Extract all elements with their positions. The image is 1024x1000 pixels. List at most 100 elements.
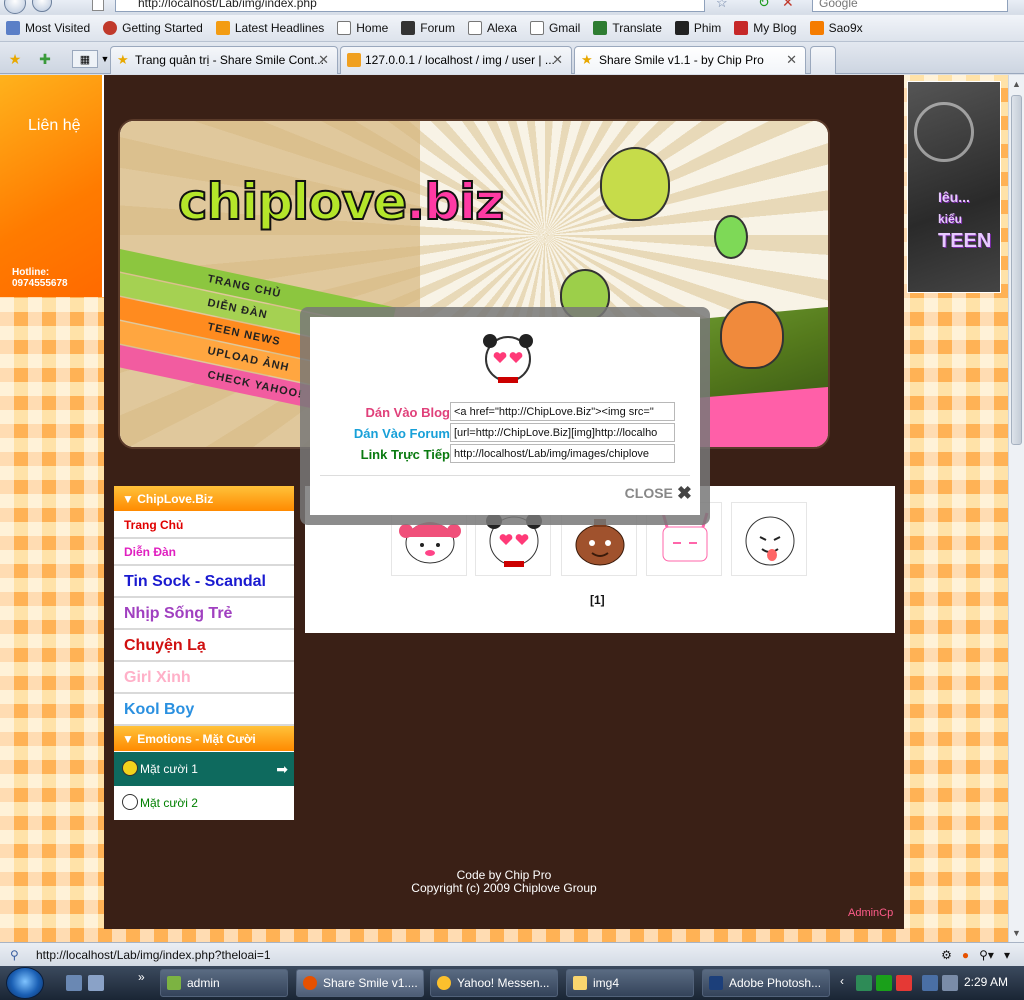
- forum-icon: [401, 21, 416, 35]
- menu-header: ▼ ChipLove.Biz: [114, 486, 294, 512]
- close-icon[interactable]: ✕: [318, 47, 329, 73]
- bookmark-translate[interactable]: Translate: [593, 21, 662, 35]
- bookmark-my-blog[interactable]: My Blog: [734, 21, 797, 35]
- switch-windows-icon[interactable]: [88, 975, 104, 991]
- vertical-scrollbar[interactable]: ▲ ▼: [1008, 75, 1024, 942]
- firefox-icon: [103, 21, 118, 35]
- clock[interactable]: 2:29 AM: [964, 975, 1008, 989]
- bookmark-alexa[interactable]: Alexa: [467, 21, 517, 35]
- page-icon: [92, 0, 104, 11]
- bookmark-phim[interactable]: Phim: [674, 21, 721, 35]
- emo-label: Mặt cười 1: [140, 762, 198, 776]
- taskbar: » admin Share Smile v1.... Yahoo! Messen…: [0, 966, 1024, 1000]
- blog-code-field[interactable]: [450, 402, 675, 421]
- scrollbar-thumb[interactable]: [1011, 95, 1022, 445]
- teen-ad-banner[interactable]: Iêu... kiểu TEEN: [907, 81, 1001, 293]
- panda-hearts-smiley-icon: [483, 334, 533, 383]
- sidebar-menu: ▼ ChipLove.Biz Trang Chủ Diễn Đàn Tin So…: [114, 486, 294, 820]
- close-button[interactable]: CLOSE ✖: [625, 483, 692, 504]
- bookmark-forum[interactable]: Forum: [401, 21, 455, 35]
- close-label: CLOSE: [624, 485, 673, 501]
- taskbar-yahoo-messenger[interactable]: Yahoo! Messen...: [430, 969, 558, 997]
- bookmark-getting-started[interactable]: Getting Started: [103, 21, 203, 35]
- star-icon: ★: [117, 52, 129, 67]
- direct-link-row: Link Trực Tiếp: [310, 444, 700, 464]
- bookmark-home[interactable]: Home: [337, 21, 388, 35]
- show-desktop-icon[interactable]: [66, 975, 82, 991]
- add-bookmark-icon[interactable]: ✚: [36, 50, 54, 68]
- quicklaunch-expand-icon[interactable]: »: [138, 970, 145, 984]
- teen-line: Iêu...: [938, 189, 970, 205]
- firefox-icon[interactable]: ●: [962, 948, 969, 962]
- menu-item-tin-sock[interactable]: Tin Sock - Scandal: [114, 566, 294, 598]
- scroll-up-icon[interactable]: ▲: [1012, 79, 1021, 89]
- tab-label: Share Smile v1.1 - by Chip Pro: [599, 53, 764, 67]
- antivirus-icon[interactable]: [896, 975, 912, 991]
- star-icon[interactable]: ★: [6, 50, 24, 68]
- bookmark-star-icon[interactable]: ☆: [716, 0, 728, 11]
- stop-icon[interactable]: ✕: [782, 0, 794, 11]
- balloon-icon: [714, 215, 748, 259]
- menu-item-trang-chu[interactable]: Trang Chủ: [114, 512, 294, 539]
- new-tab-button[interactable]: [810, 46, 836, 74]
- taskbar-label: admin: [187, 976, 220, 990]
- tab-phpmyadmin[interactable]: 127.0.0.1 / localhost / img / user | ...…: [340, 46, 572, 74]
- tab-admin[interactable]: ★ Trang quản trị - Share Smile Cont... ✕: [110, 46, 338, 74]
- network-icon[interactable]: [922, 975, 938, 991]
- taskbar-label: img4: [593, 976, 620, 990]
- bookmark-latest-headlines[interactable]: Latest Headlines: [215, 21, 324, 35]
- phpmyadmin-icon: [347, 53, 361, 67]
- tab-overview-icon[interactable]: ▦: [72, 50, 98, 68]
- taskbar-admin[interactable]: admin: [160, 969, 288, 997]
- bookmark-most-visited[interactable]: Most Visited: [6, 21, 90, 35]
- menu-item-nhip-song-tre[interactable]: Nhịp Sống Trẻ: [114, 598, 294, 630]
- pagination[interactable]: [1]: [590, 593, 605, 607]
- forum-code-field[interactable]: [450, 423, 675, 442]
- start-button[interactable]: [6, 967, 44, 999]
- menu-item-chuyen-la[interactable]: Chuyện Lạ: [114, 630, 294, 662]
- url-input[interactable]: http://localhost/Lab/img/index.php: [115, 0, 705, 12]
- menu-item-dien-dan[interactable]: Diễn Đàn: [114, 539, 294, 566]
- scroll-down-icon[interactable]: ▼: [1012, 928, 1021, 938]
- close-icon[interactable]: ✕: [786, 47, 797, 73]
- emo-item-mat-cuoi-2[interactable]: Mặt cười 2: [114, 786, 294, 820]
- flag-icon[interactable]: [876, 975, 892, 991]
- site-logo[interactable]: chiplove.biz: [177, 172, 505, 232]
- bookmark-sao9x[interactable]: Sao9x: [809, 21, 863, 35]
- close-icon[interactable]: ✕: [552, 47, 563, 73]
- back-button[interactable]: [4, 0, 26, 14]
- tab-label: 127.0.0.1 / localhost / img / user | ...: [365, 53, 555, 67]
- tray-expand-icon[interactable]: ‹: [840, 974, 844, 988]
- menu-item-kool-boy[interactable]: Kool Boy: [114, 694, 294, 726]
- tray-app-icon[interactable]: [856, 975, 872, 991]
- logo-part-1: chiplove: [177, 172, 408, 232]
- direct-link-field[interactable]: [450, 444, 675, 463]
- forward-button[interactable]: [32, 0, 52, 12]
- translate-icon: [593, 21, 608, 35]
- teen-ad-text: Iêu... kiểu TEEN: [938, 186, 991, 252]
- contact-label: Liên hệ: [28, 117, 81, 134]
- search-input[interactable]: Google: [812, 0, 1008, 12]
- contact-banner[interactable]: Liên hệ Hotline: 0974555678: [0, 75, 104, 297]
- emo-item-mat-cuoi-1[interactable]: Mặt cười 1 ➡: [114, 752, 294, 786]
- chevron-down-icon[interactable]: ▾: [1004, 948, 1010, 962]
- page-icon: [337, 21, 352, 35]
- star-icon: ★: [581, 52, 593, 67]
- menu-item-girl-xinh[interactable]: Girl Xinh: [114, 662, 294, 694]
- taskbar-img4-folder[interactable]: img4: [566, 969, 694, 997]
- volume-icon[interactable]: [942, 975, 958, 991]
- film-icon: [674, 21, 689, 35]
- addon-icon[interactable]: ⚙: [941, 948, 952, 962]
- bookmark-label: Home: [356, 21, 389, 35]
- reload-icon[interactable]: ↻: [758, 0, 770, 11]
- zoom-icon[interactable]: ⚲▾: [979, 948, 994, 962]
- smiley-thumbnail[interactable]: [731, 502, 807, 576]
- logo-part-2: .biz: [405, 172, 505, 232]
- taskbar-firefox[interactable]: Share Smile v1....: [296, 969, 424, 997]
- taskbar-photoshop[interactable]: Adobe Photosh...: [702, 969, 830, 997]
- admin-link[interactable]: AdminCp: [848, 907, 893, 919]
- bookmark-gmail[interactable]: Gmail: [529, 21, 580, 35]
- teen-line: TEEN: [938, 230, 992, 252]
- tab-share-smile[interactable]: ★ Share Smile v1.1 - by Chip Pro ✕: [574, 46, 806, 74]
- taskbar-label: Yahoo! Messen...: [457, 976, 550, 990]
